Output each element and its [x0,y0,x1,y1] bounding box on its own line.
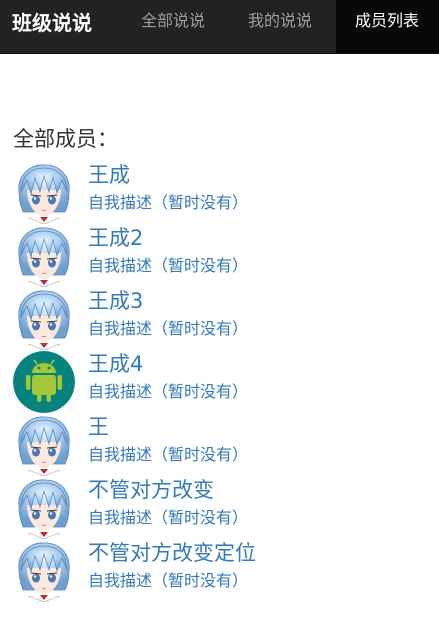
anime-avatar-icon[interactable] [13,288,75,350]
top-navbar: 班级说说 全部说说 我的说说 成员列表 [0,0,439,54]
anime-avatar-icon[interactable] [13,225,75,287]
android-avatar-icon[interactable] [13,351,75,413]
member-row[interactable]: 不管对方改变定位自我描述（暂时没有） [13,540,433,603]
members-title: 全部成员： [13,127,118,151]
member-name-link[interactable]: 不管对方改变 [88,477,214,503]
member-description: 自我描述（暂时没有） [88,256,249,275]
member-name-link[interactable]: 王成4 [88,351,143,377]
member-name-link[interactable]: 王成2 [88,225,143,251]
anime-avatar-icon[interactable] [13,477,75,539]
member-name-link[interactable]: 王 [88,414,109,440]
member-name-link[interactable]: 不管对方改变定位 [88,540,256,566]
member-description: 自我描述（暂时没有） [88,445,249,464]
member-name-link[interactable]: 王成 [88,162,130,188]
app-brand[interactable]: 班级说说 [12,11,92,35]
member-row[interactable]: 不管对方改变自我描述（暂时没有） [13,477,433,540]
member-row[interactable]: 王自我描述（暂时没有） [13,414,433,477]
member-row[interactable]: 王成2 自我描述（暂时没有） [13,225,433,288]
member-row[interactable]: 王成自我描述（暂时没有） [13,162,433,225]
member-row[interactable]: 王成3 自我描述（暂时没有） [13,288,433,351]
member-description: 自我描述（暂时没有） [88,508,249,527]
anime-avatar-icon[interactable] [13,162,75,224]
member-description: 自我描述（暂时没有） [88,319,249,338]
member-description: 自我描述（暂时没有） [88,382,249,401]
member-row[interactable]: 王成4 自我描述（暂时没有） [13,351,433,414]
member-description: 自我描述（暂时没有） [88,193,249,212]
member-name-link[interactable]: 王成3 [88,288,143,314]
tab-all-posts[interactable]: 全部说说 [141,11,205,31]
tab-member-list-label[interactable]: 成员列表 [355,11,419,31]
member-description: 自我描述（暂时没有） [88,571,249,590]
anime-avatar-icon[interactable] [13,540,75,602]
tab-my-posts[interactable]: 我的说说 [248,11,312,31]
anime-avatar-icon[interactable] [13,414,75,476]
